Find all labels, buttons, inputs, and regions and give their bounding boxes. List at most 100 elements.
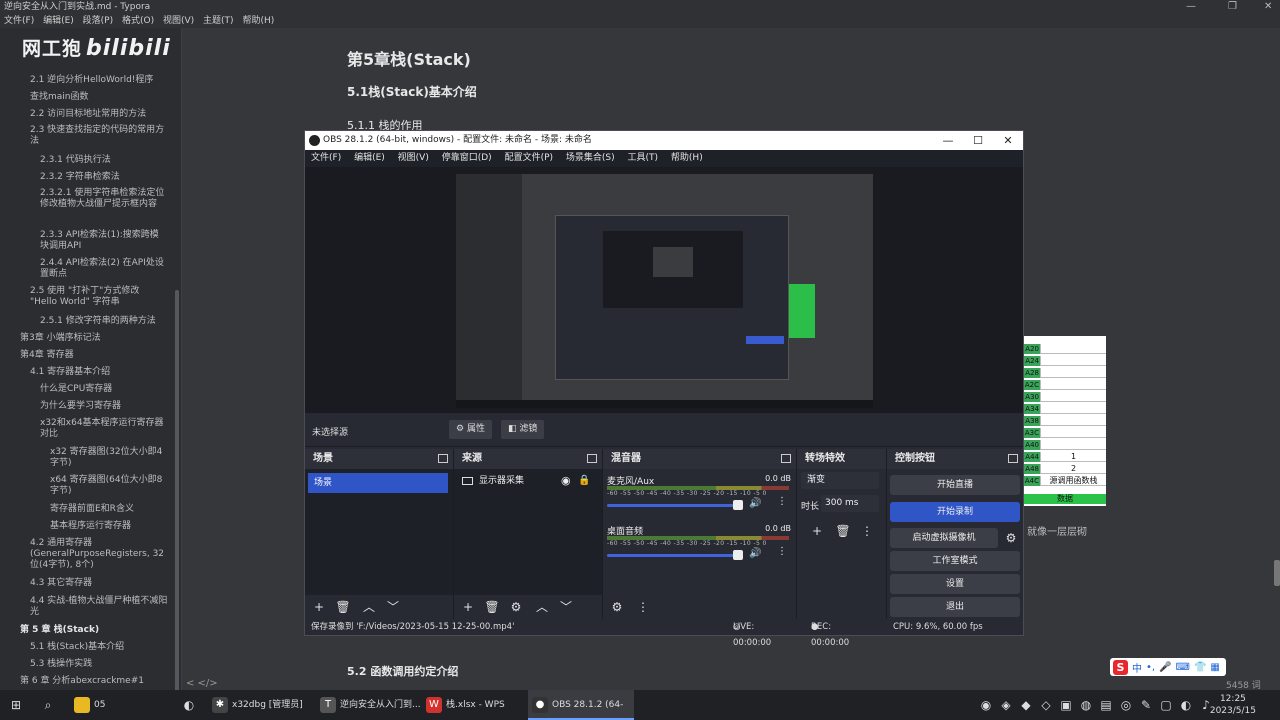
tray-app-icon[interactable]: ◐ (1178, 697, 1194, 713)
obs-window[interactable]: OBS 28.1.2 (64-bit, windows) - 配置文件: 未命名… (304, 130, 1024, 648)
studio-mode-button[interactable]: 工作室模式 (890, 551, 1020, 571)
settings-button[interactable]: 设置 (890, 574, 1020, 594)
arrow-down-icon[interactable]: ﹀ (385, 599, 401, 615)
taskbar-app-folder[interactable]: 05 (70, 690, 172, 720)
gear-icon[interactable]: ⚙ (508, 599, 524, 615)
menu-format[interactable]: 格式(O) (122, 16, 154, 26)
more-icon[interactable]: ⋮ (635, 599, 651, 615)
menu-paragraph[interactable]: 段落(P) (83, 16, 113, 26)
arrow-up-icon[interactable]: ︿ (534, 599, 550, 615)
outline-item[interactable]: 4.2 通用寄存器(GeneralPurposeRegisters, 32位(4… (30, 538, 170, 571)
outline-item[interactable]: 2.2 访问目标地址常用的方法 (30, 109, 146, 120)
source-item[interactable]: 显示器采集 ◉ 🔒 (459, 472, 595, 490)
taskbar-clock[interactable]: 12:25 2023/5/15 (1210, 693, 1256, 717)
outline-item[interactable]: 4.4 实战-植物大战僵尸种植不减阳光 (30, 596, 170, 618)
add-icon[interactable]: + (311, 599, 327, 615)
undock-icon[interactable] (438, 454, 448, 463)
trash-icon[interactable]: 🗑 (335, 599, 351, 615)
menu-file[interactable]: 文件(F) (4, 16, 34, 26)
undock-icon[interactable] (1008, 454, 1018, 463)
obs-menu-docks[interactable]: 停靠窗口(D) (442, 153, 492, 163)
speaker-icon[interactable]: 🔊 (749, 498, 761, 509)
preview-canvas[interactable] (456, 174, 873, 408)
obs-menu-profile[interactable]: 配置文件(P) (505, 153, 553, 163)
volume-slider[interactable] (607, 554, 739, 557)
trash-icon[interactable]: 🗑 (484, 599, 500, 615)
taskbar-app-wps[interactable]: W栈.xlsx - WPS Offi... (422, 690, 528, 720)
taskbar-app-obs[interactable]: ●OBS 28.1.2 (64-bi... (528, 690, 634, 720)
properties-button[interactable]: ⚙ 属性 (449, 420, 492, 439)
obs-maximize-icon[interactable]: ☐ (963, 131, 993, 150)
outline-item[interactable]: 第4章 寄存器 (20, 350, 74, 361)
obs-menu-view[interactable]: 视图(V) (398, 153, 429, 163)
undock-icon[interactable] (587, 454, 597, 463)
outline-item[interactable]: 查找main函数 (30, 92, 89, 103)
skin-icon[interactable]: 👕 (1194, 662, 1206, 673)
outline-item[interactable]: 2.3 快速查找指定的代码的常用方法 (30, 125, 170, 147)
tray-app-icon[interactable]: ◉ (978, 697, 994, 713)
sidebar-footer-icons[interactable]: < </> (186, 678, 218, 689)
outline-item[interactable]: 2.3.1 代码执行法 (40, 155, 111, 166)
outline-item[interactable]: 2.3.3 API检索法(1):搜索跨模块调用API (40, 230, 165, 252)
menu-theme[interactable]: 主题(T) (203, 16, 234, 26)
microphone-icon[interactable]: 🎤 (1159, 662, 1171, 673)
outline-item[interactable]: 第3章 小端序标记法 (20, 333, 101, 344)
obs-menu-scene-collection[interactable]: 场景集合(S) (566, 153, 615, 163)
outline-item[interactable]: 5.1 栈(Stack)基本介绍 (30, 642, 124, 653)
menu-edit[interactable]: 编辑(E) (43, 16, 74, 26)
ime-lang[interactable]: 中 (1132, 660, 1142, 675)
volume-slider-knob[interactable] (733, 550, 743, 560)
transition-select[interactable]: 渐变 (801, 472, 879, 489)
tray-app-icon[interactable]: ◇ (1038, 697, 1054, 713)
start-recording-button[interactable]: 开始录制 (890, 502, 1020, 522)
undock-icon[interactable] (781, 454, 791, 463)
start-virtual-camera-button[interactable]: 启动虚拟摄像机 (890, 528, 998, 548)
maximize-icon[interactable]: ❐ (1228, 0, 1237, 14)
scenes-list[interactable]: 场景 (305, 469, 453, 595)
taskbar-app-typora[interactable]: T 逆向安全从入门到... (316, 690, 422, 720)
speaker-icon[interactable]: 🔊 (749, 548, 761, 559)
volume-slider-knob[interactable] (733, 500, 743, 510)
tray-app-icon[interactable]: ✎ (1138, 697, 1154, 713)
outline-item[interactable]: 2.5 使用 "打补丁"方式修改 "Hello World" 字符串 (30, 286, 165, 308)
outline-item[interactable]: 第 6 章 分析abexcrackme#1 (20, 676, 144, 687)
gear-icon[interactable]: ⚙ (609, 599, 625, 615)
ime-toolbar[interactable]: S 中 •, 🎤 ⌨ 👕 ▦ (1110, 658, 1226, 676)
grid-icon[interactable]: ▦ (1210, 662, 1219, 673)
more-icon[interactable]: ⋮ (777, 546, 787, 557)
tray-app-icon[interactable]: ◈ (998, 697, 1014, 713)
outline-item-active[interactable]: 第 5 章 栈(Stack) (20, 625, 99, 636)
obs-menu-file[interactable]: 文件(F) (311, 153, 341, 163)
edge-icon[interactable]: ◐ (181, 697, 197, 713)
obs-menu-tools[interactable]: 工具(T) (628, 153, 659, 163)
start-streaming-button[interactable]: 开始直播 (890, 475, 1020, 495)
scene-item[interactable]: 场景 (308, 473, 448, 493)
minimize-icon[interactable]: — (1186, 0, 1196, 14)
outline-item[interactable]: x32 寄存器图(32位大小即4字节) (50, 447, 165, 469)
outline-item[interactable]: 5.3 栈操作实践 (30, 659, 92, 670)
menu-view[interactable]: 视图(V) (163, 16, 194, 26)
tray-app-icon[interactable]: ▤ (1098, 697, 1114, 713)
outline-item[interactable]: 2.5.1 修改字符串的两种方法 (40, 316, 156, 327)
exit-button[interactable]: 退出 (890, 597, 1020, 617)
obs-close-icon[interactable]: ✕ (993, 131, 1023, 150)
taskbar-app-x32dbg[interactable]: ✱ x32dbg [管理员] (208, 690, 316, 720)
tray-app-icon[interactable]: ▣ (1058, 697, 1074, 713)
outline-item[interactable]: 基本程序运行寄存器 (50, 521, 131, 532)
preview-area[interactable] (305, 167, 1023, 413)
sidebar-scrollbar[interactable] (175, 290, 179, 690)
outline-item[interactable]: 2.4.4 API检索法(2) 在API处设置断点 (40, 258, 165, 280)
tray-app-icon[interactable]: ◎ (1118, 697, 1134, 713)
windows-start-icon[interactable]: ⊞ (8, 697, 24, 713)
more-icon[interactable]: ⋮ (777, 496, 787, 507)
gear-icon[interactable]: ⚙ (1003, 530, 1019, 546)
obs-menu-edit[interactable]: 编辑(E) (354, 153, 385, 163)
outline-item[interactable]: 2.1 逆向分析HelloWorld!程序 (30, 75, 153, 86)
obs-menu-help[interactable]: 帮助(H) (671, 153, 703, 163)
outline-item[interactable]: 4.1 寄存器基本介绍 (30, 367, 110, 378)
tray-app-icon[interactable]: ◆ (1018, 697, 1034, 713)
duration-input[interactable]: 300 ms (821, 495, 879, 512)
outline-item[interactable]: 2.3.2 字符串检索法 (40, 172, 120, 183)
keyboard-icon[interactable]: ⌨ (1176, 662, 1190, 673)
punctuation-icon[interactable]: •, (1146, 662, 1155, 673)
